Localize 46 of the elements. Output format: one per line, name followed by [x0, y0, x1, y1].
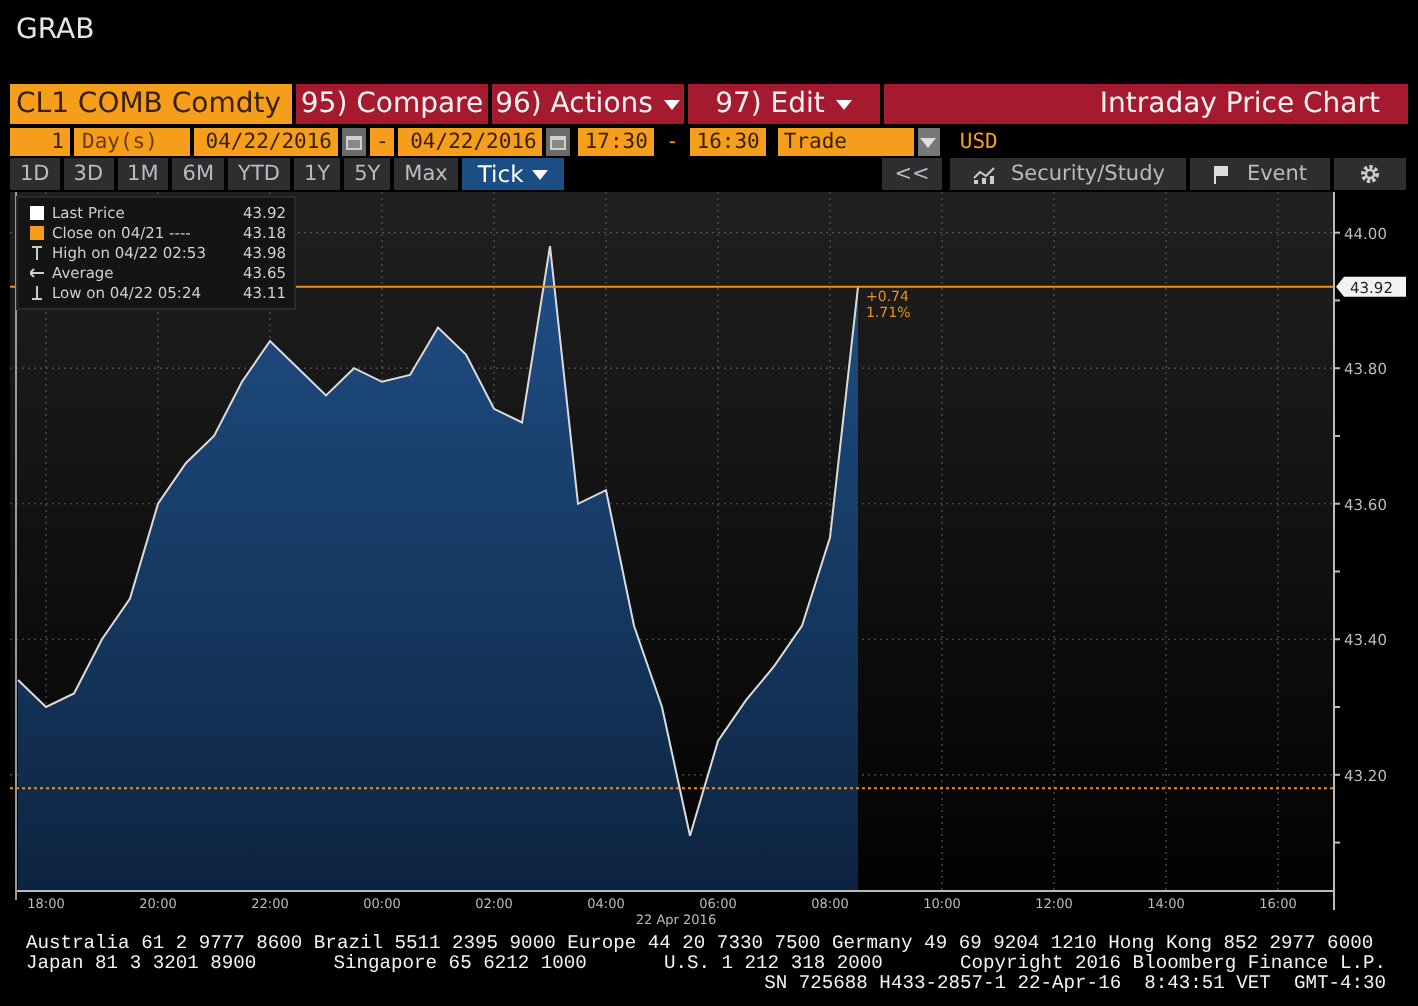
footer-text: U.S. 1 212 318 2000 [663, 954, 883, 974]
security-field[interactable]: CL1 COMB Comdty [10, 84, 292, 124]
calendar-icon[interactable] [550, 135, 567, 149]
square-icon [30, 206, 44, 220]
time-field[interactable]: 17:30 [578, 128, 654, 156]
square-icon [30, 226, 44, 240]
contact-numbers: Australia 61 2 9777 8600 Brazil 5511 2395 9000 Europe 44 20 7330 7500 Germany 49 69 9204 1210 Hong Kong 852 2977 6000 [26, 934, 1374, 954]
high-marker-icon [30, 246, 44, 260]
event-button[interactable]: Event [1190, 158, 1330, 190]
window-title: GRAB [16, 14, 95, 46]
period-tab[interactable]: 1M [117, 158, 169, 190]
caret-icon [920, 137, 937, 147]
footer-text: Japan 81 3 3201 8900 [26, 954, 257, 974]
count-field[interactable]: 1 [10, 128, 70, 156]
time-field[interactable]: 16:30 [690, 128, 766, 156]
unit-label: Day(s) [74, 128, 190, 156]
footer-text: Singapore 65 6212 1000 [333, 954, 587, 974]
menu-button[interactable]: 95) Compare [296, 84, 488, 124]
period-tab[interactable]: Max [394, 158, 458, 190]
period-tab[interactable]: 1D [10, 158, 60, 190]
settings-button[interactable] [1334, 158, 1406, 190]
date-field[interactable]: 04/22/2016 [194, 128, 338, 156]
period-tab[interactable]: Tick [461, 158, 564, 190]
event-dropdown[interactable]: Trade [777, 128, 914, 156]
separator: - [370, 128, 395, 156]
currency-label: USD [957, 128, 998, 156]
footer-text: Copyright 2016 Bloomberg Finance L.P. [959, 954, 1386, 974]
menu-button[interactable]: 97) Edit [688, 84, 880, 124]
calendar-icon[interactable] [346, 135, 362, 149]
flag-icon [1212, 165, 1231, 183]
period-tab[interactable]: 6M [172, 158, 225, 190]
separator: - [663, 128, 681, 156]
date-field[interactable]: 04/22/2016 [398, 128, 543, 156]
average-marker-icon [30, 266, 44, 280]
period-tab[interactable]: 5Y [344, 158, 391, 190]
chart-icon [971, 165, 995, 183]
security-study-button[interactable]: Security/Study [950, 158, 1186, 190]
menu-button[interactable]: 96) Actions [492, 84, 684, 124]
period-tab[interactable]: 3D [63, 158, 114, 190]
low-marker-icon [30, 286, 44, 300]
period-tab[interactable]: 1Y [293, 158, 341, 190]
collapse-button[interactable]: << [882, 158, 942, 190]
session-info: SN 725688 H433-2857-1 22-Apr-16 8:43:51 VET GMT-4:30 [764, 974, 1386, 994]
settings-icon [1360, 164, 1380, 184]
period-tab[interactable]: YTD [228, 158, 290, 190]
panel-title: Intraday Price Chart [884, 84, 1408, 124]
